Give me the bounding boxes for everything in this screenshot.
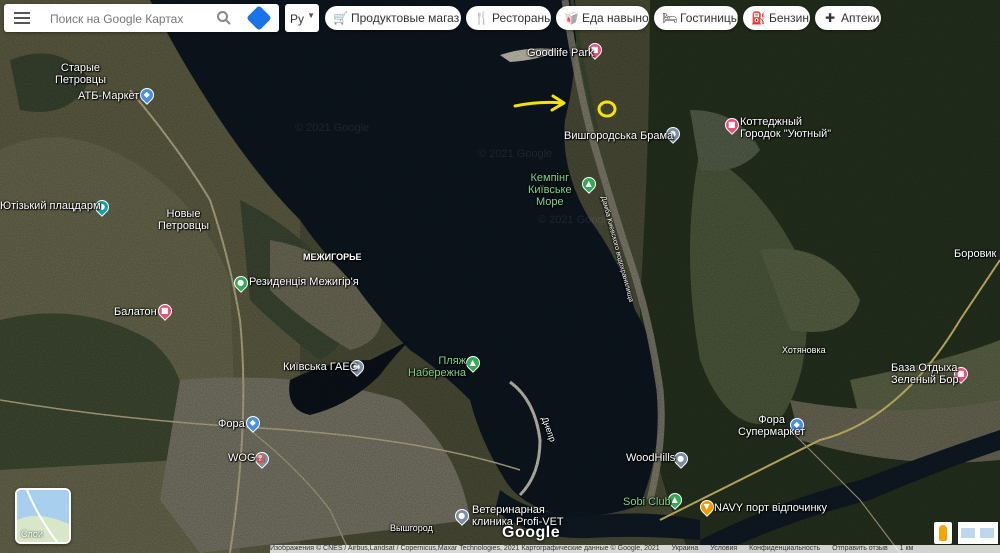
place-label[interactable]: Вишгородська Брама	[564, 130, 673, 142]
attribution-text: Изображения © CNES / Airbus,Landsat / Co…	[270, 545, 660, 552]
street-view-pegman-icon[interactable]	[934, 522, 952, 544]
place-label[interactable]: WOG	[228, 452, 256, 464]
chip-label: Аптеки	[841, 11, 880, 25]
footer-link-privacy[interactable]: Конфиденциальность	[749, 545, 820, 552]
chip-groceries[interactable]: 🛒 Продуктовые магаз...	[325, 6, 461, 30]
place-label[interactable]: Новые Петровцы	[158, 208, 209, 232]
language-select[interactable]: Ру ▼	[285, 4, 319, 32]
chip-label: Еда навынос	[582, 11, 649, 25]
place-label[interactable]: Goodlife Park	[527, 47, 594, 59]
place-label[interactable]: Ютізький плацдарм	[0, 200, 101, 212]
place-label[interactable]: Київська ГАЕС	[283, 361, 358, 373]
place-label[interactable]: Хотяновка	[782, 344, 826, 356]
takeout-icon: 🥡	[564, 11, 579, 25]
fuel-icon: ⛽	[751, 11, 766, 25]
footer-link-terms[interactable]: Условия	[710, 545, 737, 552]
place-label[interactable]: Старые Петровцы	[55, 62, 106, 86]
place-label[interactable]: База Отдыха Зеленый Бор	[891, 362, 959, 386]
chip-pharmacies[interactable]: ✚ Аптеки	[815, 6, 881, 30]
bed-icon: 🛏	[662, 11, 678, 25]
place-label[interactable]: Sobi Club	[623, 496, 671, 508]
search-input[interactable]	[48, 8, 212, 30]
place-label[interactable]: МЕЖИГОРЬЕ	[303, 251, 362, 263]
chip-gas[interactable]: ⛽ Бензин	[743, 6, 810, 30]
fork-knife-icon: 🍴	[474, 11, 489, 25]
chip-label: Гостиницы	[680, 11, 738, 25]
place-label[interactable]: WoodHills	[626, 452, 675, 464]
dropdown-arrow-icon: ▼	[307, 11, 315, 20]
directions-icon[interactable]	[246, 5, 272, 31]
google-logo: Google	[502, 524, 561, 541]
layers-button[interactable]: Слои	[15, 488, 71, 544]
place-label[interactable]: Резиденція Межигір'я	[249, 276, 359, 288]
globe-toggle[interactable]	[958, 522, 998, 544]
chip-takeout[interactable]: 🥡 Еда навынос	[556, 6, 649, 30]
place-label[interactable]: Фора Супермаркет	[738, 414, 805, 438]
language-value: Ру	[290, 12, 305, 26]
chip-restaurants[interactable]: 🍴 Рестораны	[466, 6, 551, 30]
watermark: © 2021 Google	[295, 122, 370, 134]
search-box	[4, 4, 279, 32]
chip-hotels[interactable]: 🛏 Гостиницы	[654, 6, 738, 30]
place-label[interactable]: Боровик	[954, 248, 996, 260]
chip-label: Продуктовые магаз...	[351, 11, 461, 25]
pharmacy-icon: ✚	[824, 11, 836, 25]
place-label[interactable]: Кемпінг Київське Море	[528, 172, 572, 208]
footer-link-country[interactable]: Украина	[672, 545, 699, 552]
place-label[interactable]: Вышгород	[390, 522, 433, 534]
cart-icon: 🛒	[333, 11, 348, 25]
chip-label: Бензин	[769, 11, 810, 25]
menu-icon[interactable]	[14, 10, 30, 26]
place-label[interactable]: Балатон	[114, 306, 157, 318]
place-label[interactable]: Пляж Набережна	[408, 355, 466, 379]
place-label[interactable]: АТБ-Маркет	[78, 90, 139, 102]
chip-label: Рестораны	[492, 11, 551, 25]
satellite-map[interactable]	[0, 0, 1000, 553]
attribution-footer: Изображения © CNES / Airbus,Landsat / Co…	[270, 545, 1000, 553]
place-label[interactable]: Фора	[218, 418, 245, 430]
place-label[interactable]: Коттеджный Городок "Уютный"	[740, 116, 831, 140]
search-icon[interactable]	[216, 10, 232, 26]
watermark: © 2021 Google	[478, 148, 553, 160]
footer-link-feedback[interactable]: Отправить отзыв	[832, 545, 888, 552]
place-label[interactable]: NAVY порт відпочинку	[714, 502, 827, 514]
scale-label[interactable]: 1 км	[900, 545, 914, 552]
layers-label: Слои	[21, 529, 43, 539]
